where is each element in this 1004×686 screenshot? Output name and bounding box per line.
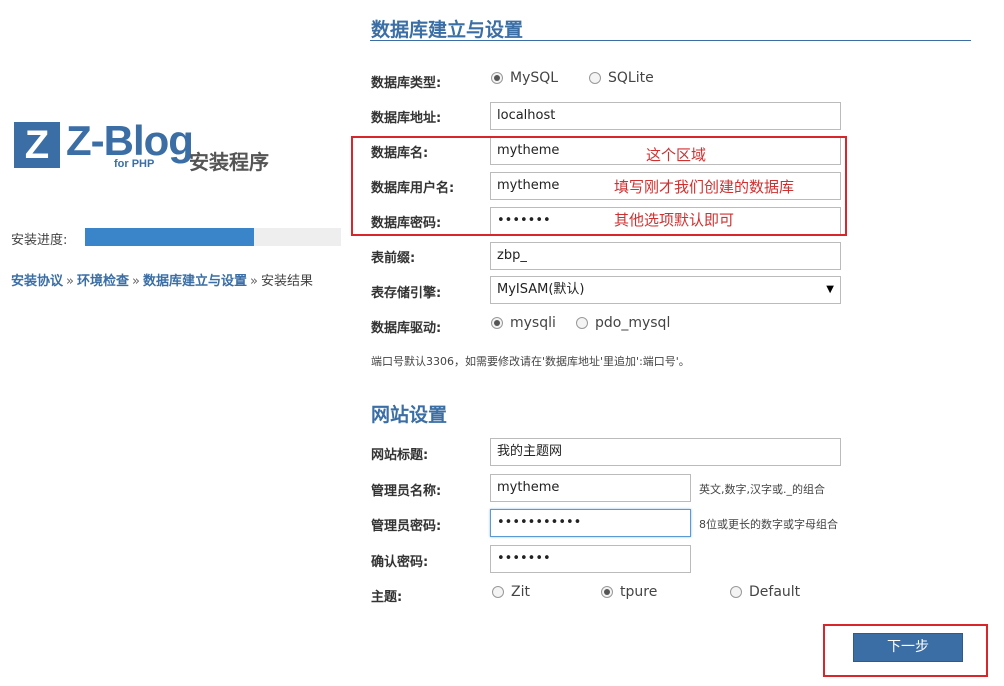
db-driver-mysqli-label: mysqli <box>510 315 556 331</box>
db-driver-mysqli-radio[interactable]: mysqli <box>491 315 556 331</box>
admin-password-label: 管理员密码: <box>371 519 442 534</box>
db-host-input[interactable]: localhost <box>490 102 841 130</box>
installer-label: 安装程序 <box>189 150 269 174</box>
table-prefix-label: 表前缀: <box>371 251 416 266</box>
port-hint: 端口号默认3306，如需要修改请在'数据库地址'里追加':端口号'。 <box>371 355 690 368</box>
title-divider <box>370 40 971 41</box>
theme-default-label: Default <box>749 584 801 600</box>
progress-bar <box>85 228 341 246</box>
admin-name-hint: 英文,数字,汉字或._的组合 <box>699 483 825 496</box>
step-separator: » <box>249 274 258 289</box>
logo-mark-letter: Z <box>24 123 50 167</box>
zblog-logo: Z Z-Blog for PHP 安装程序 <box>14 118 344 182</box>
db-type-sqlite-label: SQLite <box>608 70 654 86</box>
step-separator: » <box>66 274 74 289</box>
z-logo-icon: Z <box>14 122 60 168</box>
theme-label: 主题: <box>371 590 403 605</box>
admin-password-input[interactable]: ••••••••••• <box>490 509 691 537</box>
db-driver-pdo-radio[interactable]: pdo_mysql <box>576 315 670 331</box>
db-driver-label: 数据库驱动: <box>371 321 442 336</box>
step-env-check[interactable]: 环境检查 <box>77 274 129 289</box>
db-type-mysql-label: MySQL <box>510 70 559 86</box>
site-section-title: 网站设置 <box>371 404 448 426</box>
radio-checked-icon <box>491 317 503 329</box>
radio-checked-icon <box>601 586 613 598</box>
install-steps-breadcrumb: 安装协议» 环境检查» 数据库建立与设置» 安装结果 <box>11 270 313 289</box>
radio-unchecked-icon <box>730 586 742 598</box>
progress-label: 安装进度: <box>11 233 68 248</box>
logo-sub: for PHP <box>114 158 155 170</box>
step-database[interactable]: 数据库建立与设置 <box>143 274 247 289</box>
db-driver-pdo-label: pdo_mysql <box>595 315 671 331</box>
radio-unchecked-icon <box>576 317 588 329</box>
db-type-sqlite-radio[interactable]: SQLite <box>589 70 654 86</box>
radio-checked-icon <box>491 72 503 84</box>
admin-password-hint: 8位或更长的数字或字母组合 <box>699 518 838 531</box>
confirm-password-label: 确认密码: <box>371 555 429 570</box>
db-type-mysql-radio[interactable]: MySQL <box>491 70 558 86</box>
storage-engine-label: 表存储引擎: <box>371 286 442 301</box>
theme-tpure-label: tpure <box>620 584 658 600</box>
step-result: 安装结果 <box>260 274 313 289</box>
annotation-highlight-box <box>351 136 847 236</box>
radio-unchecked-icon <box>492 586 504 598</box>
radio-unchecked-icon <box>589 72 601 84</box>
theme-zit-radio[interactable]: Zit <box>492 584 530 600</box>
storage-engine-select[interactable]: MyISAM(默认) <box>490 276 841 304</box>
confirm-password-input[interactable]: ••••••• <box>490 545 691 573</box>
theme-zit-label: Zit <box>511 584 530 600</box>
next-step-button[interactable]: 下一步 <box>853 633 963 662</box>
step-separator: » <box>132 274 140 289</box>
db-type-label: 数据库类型: <box>371 76 442 91</box>
database-section-title: 数据库建立与设置 <box>371 19 524 41</box>
table-prefix-input[interactable]: zbp_ <box>490 242 841 270</box>
site-title-label: 网站标题: <box>371 448 429 463</box>
site-title-input[interactable]: 我的主题网 <box>490 438 841 466</box>
db-host-label: 数据库地址: <box>371 111 442 126</box>
step-agreement[interactable]: 安装协议 <box>11 274 63 289</box>
progress-fill <box>85 228 254 246</box>
admin-name-label: 管理员名称: <box>371 484 442 499</box>
theme-tpure-radio[interactable]: tpure <box>601 584 657 600</box>
theme-default-radio[interactable]: Default <box>730 584 800 600</box>
admin-name-input[interactable]: mytheme <box>490 474 691 502</box>
